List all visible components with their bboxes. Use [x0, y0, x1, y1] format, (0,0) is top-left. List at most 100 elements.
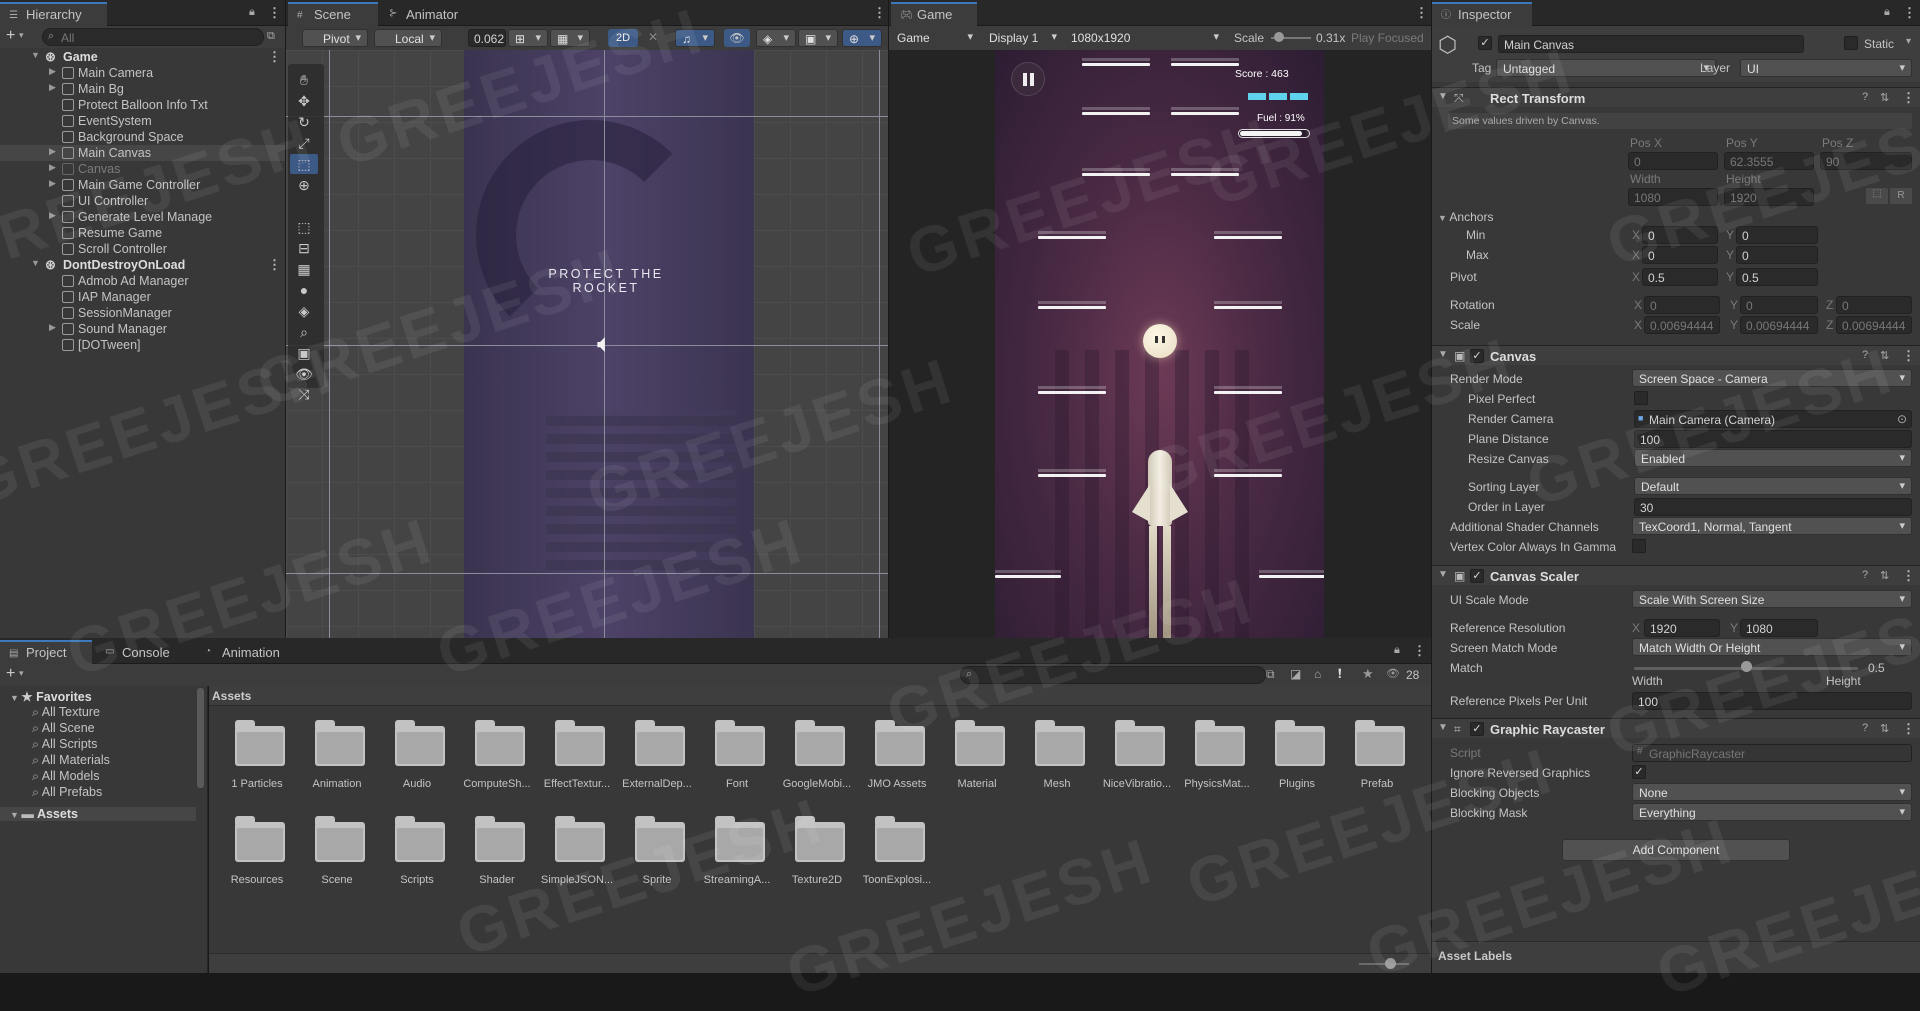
rotate-tool-icon[interactable]: ↻	[290, 112, 318, 132]
canvas-enabled-checkbox[interactable]: ✓	[1470, 349, 1484, 363]
hierarchy-item[interactable]: IAP Manager	[0, 289, 285, 305]
expand-arrow-icon[interactable]: ▼	[31, 258, 40, 268]
chevron-down-icon[interactable]: ▾	[19, 668, 24, 679]
object-picker-icon[interactable]: ⊙	[1897, 412, 1907, 426]
raycaster-enabled-checkbox[interactable]: ✓	[1470, 722, 1484, 736]
hierarchy-item[interactable]: Protect Balloon Info Txt	[0, 97, 285, 113]
asset-folder[interactable]: ComputeSh...	[461, 714, 533, 804]
shader-channels-dropdown[interactable]: TexCoord1, Normal, Tangent	[1632, 517, 1912, 535]
asset-folder[interactable]: EffectTextur...	[541, 714, 613, 804]
lock-icon[interactable]: 🔒︎	[249, 6, 255, 19]
project-tree-scrollbar[interactable]	[197, 688, 204, 788]
display-dropdown[interactable]: Display 1	[983, 29, 1063, 47]
more-icon[interactable]: ⋮	[268, 49, 281, 65]
anchors-label[interactable]: ▼ Anchors	[1438, 210, 1493, 224]
scene-row[interactable]: ▼ ⊛ DontDestroyOnLoad ⋮	[0, 257, 285, 273]
hierarchy-item[interactable]: EventSystem	[0, 113, 285, 129]
ppu-field[interactable]: 100	[1632, 692, 1912, 710]
game-mode-dropdown[interactable]: Game	[891, 29, 979, 47]
gizmos-button[interactable]: ⊕	[842, 29, 882, 47]
camera-tool-icon[interactable]: ▣	[290, 343, 318, 363]
audio-toggle-button[interactable]: ♫	[675, 29, 715, 47]
ref-res-y-field[interactable]: 1080	[1740, 619, 1818, 637]
screen-match-mode-dropdown[interactable]: Match Width Or Height	[1632, 638, 1912, 656]
static-checkbox[interactable]	[1844, 36, 1858, 50]
search-by-label-icon[interactable]: ◪	[1290, 667, 1301, 681]
asset-folder[interactable]: Resources	[221, 810, 293, 900]
asset-labels-bar[interactable]: Asset Labels	[1432, 941, 1920, 973]
grid-tool-icon[interactable]: ▦	[290, 259, 318, 279]
expand-arrow-icon[interactable]: ▶	[49, 178, 56, 189]
expand-arrow-icon[interactable]: ▶	[49, 146, 56, 157]
scale-tool-icon[interactable]: ⤢	[290, 133, 318, 153]
favorite-item[interactable]: ⌕ All Models	[32, 769, 99, 784]
more-icon[interactable]: ⋮	[1902, 721, 1915, 737]
hierarchy-item[interactable]: Resume Game	[0, 225, 285, 241]
snap-increment-field[interactable]: 0.062	[468, 29, 506, 47]
more-icon[interactable]: ⋮	[873, 5, 886, 21]
layer-dropdown[interactable]: UI	[1740, 59, 1912, 77]
move-tool-icon[interactable]: ✥	[290, 91, 318, 111]
layers-tool-icon[interactable]: ◈	[290, 301, 318, 321]
asset-folder[interactable]: Scene	[301, 810, 373, 900]
rect-tool-icon[interactable]: ⬚	[290, 154, 318, 174]
hierarchy-item[interactable]: UI Controller	[0, 193, 285, 209]
active-checkbox[interactable]: ✓	[1478, 36, 1492, 50]
more-icon[interactable]: ⋮	[1902, 348, 1915, 364]
blocking-mask-dropdown[interactable]: Everything	[1632, 803, 1912, 821]
more-icon[interactable]: ⋮	[1902, 568, 1915, 584]
more-icon[interactable]: ⋮	[1902, 90, 1915, 106]
scale-slider-handle[interactable]	[1274, 32, 1284, 42]
scene-viewport[interactable]: PROTECT THE ROCKET 🔈︎	[286, 50, 888, 638]
hierarchy-item[interactable]: ▶ Sound Manager	[0, 321, 285, 337]
expand-arrow-icon[interactable]: ▶	[49, 210, 56, 221]
rect-transform-header[interactable]: ▼ ⤧ Rect Transform ? ⇅ ⋮	[1432, 87, 1920, 107]
help-icon[interactable]: ?	[1862, 349, 1868, 361]
more-icon[interactable]: ⋮	[1413, 643, 1426, 659]
tab-hierarchy[interactable]: ☰ Hierarchy	[0, 2, 107, 26]
presets-icon[interactable]: ⇅	[1880, 569, 1889, 582]
tab-console[interactable]: ▭ Console	[96, 640, 188, 664]
object-name-field[interactable]: Main Canvas	[1498, 35, 1804, 53]
asset-folder[interactable]: NiceVibratio...	[1101, 714, 1173, 804]
icon-size-slider-track[interactable]	[1359, 963, 1409, 965]
tab-animator[interactable]: ⊱ Animator	[380, 2, 480, 26]
hierarchy-item[interactable]: ▶ Canvas	[0, 161, 285, 177]
asset-folder[interactable]: ToonExplosi...	[861, 810, 933, 900]
canvas-scaler-enabled-checkbox[interactable]: ✓	[1470, 569, 1484, 583]
tag-dropdown[interactable]: Untagged	[1496, 59, 1716, 77]
hidden-packages-icon[interactable]: 👁︎	[1386, 667, 1400, 680]
project-search-input[interactable]: ⌕	[960, 666, 1266, 684]
camera-button[interactable]: ▣	[798, 29, 838, 47]
anchor-min-y-field[interactable]: 0	[1736, 226, 1818, 244]
lock-icon[interactable]: 🔒︎	[1884, 6, 1890, 19]
expand-arrow-icon[interactable]: ▼	[10, 693, 21, 703]
pivot-y-field[interactable]: 0.5	[1736, 268, 1818, 286]
more-icon[interactable]: ⋮	[268, 5, 281, 21]
more-icon[interactable]: ⋮	[1415, 5, 1428, 21]
canvas-header[interactable]: ▼ ▣ ✓ Canvas ? ⇅ ⋮	[1432, 345, 1920, 365]
hierarchy-item[interactable]: ▶ Main Camera	[0, 65, 285, 81]
order-in-layer-field[interactable]: 30	[1634, 498, 1912, 516]
search-options-icon[interactable]: ⧉	[267, 30, 275, 43]
tag-icon[interactable]: ⌂	[1314, 667, 1321, 681]
hierarchy-item[interactable]: ▶ Main Canvas	[0, 145, 285, 161]
play-focused-dropdown[interactable]: Play Focused	[1351, 31, 1424, 45]
visibility-tool-icon[interactable]: 👁︎	[290, 364, 318, 384]
pause-button[interactable]	[1011, 62, 1045, 96]
hierarchy-item[interactable]: SessionManager	[0, 305, 285, 321]
favorites-header[interactable]: ▼ ★ Favorites	[10, 689, 92, 704]
grid-snap-button[interactable]: ⊞	[508, 29, 548, 47]
resize-canvas-dropdown[interactable]: Enabled	[1634, 449, 1912, 467]
expand-arrow-icon[interactable]: ▶	[49, 162, 56, 173]
grid-visibility-button[interactable]: ▦	[550, 29, 590, 47]
asset-folder[interactable]: Scripts	[381, 810, 453, 900]
presets-icon[interactable]: ⇅	[1880, 349, 1889, 362]
match-slider-handle[interactable]	[1741, 661, 1752, 672]
canvas-scaler-header[interactable]: ▼ ▣ ✓ Canvas Scaler ? ⇅ ⋮	[1432, 565, 1920, 585]
favorite-item[interactable]: ⌕ All Prefabs	[32, 785, 102, 800]
shuffle-tool-icon[interactable]: ⤨	[290, 384, 318, 404]
game-viewport[interactable]: Score : 463 Fuel : 91%	[889, 50, 1431, 638]
asset-folder[interactable]: Prefab	[1341, 714, 1413, 804]
favorite-star-icon[interactable]: ★	[1362, 666, 1374, 682]
